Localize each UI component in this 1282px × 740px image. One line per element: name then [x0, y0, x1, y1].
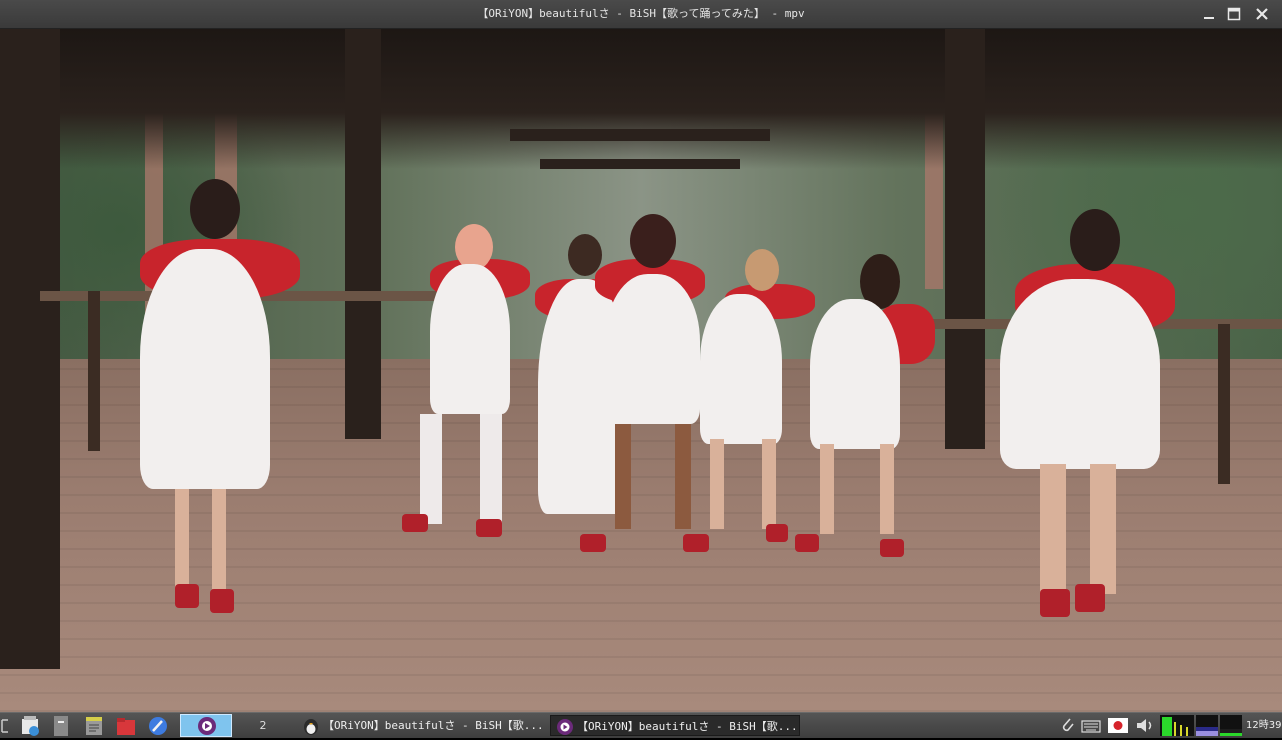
roof-post-left — [0, 29, 60, 669]
network-monitor — [1220, 713, 1242, 738]
task-label: 【ORiYON】beautifulさ - BiSH【歌... — [323, 719, 544, 732]
memory-graph-icon — [1196, 715, 1218, 736]
minimize-icon — [1204, 17, 1214, 19]
clipboard-icon — [1062, 718, 1074, 732]
volume-icon — [1137, 719, 1152, 732]
railing-post — [88, 291, 100, 451]
mpv-icon — [557, 719, 573, 735]
browser-launcher[interactable] — [146, 713, 170, 738]
railing-post — [1218, 324, 1230, 484]
network-graph-icon — [1220, 715, 1242, 736]
taskbar-task[interactable]: 【ORiYON】beautifulさ - BiSH【歌... — [297, 715, 547, 736]
roof-post — [345, 29, 381, 439]
window-titlebar[interactable]: 【ORiYON】beautifulさ - BiSH【歌って踊ってみた】 - mp… — [0, 0, 1282, 29]
roof-beam — [540, 159, 740, 169]
window-title: 【ORiYON】beautifulさ - BiSH【歌って踊ってみた】 - mp… — [477, 7, 805, 20]
clock[interactable]: 12時39 — [1246, 713, 1281, 738]
keyboard-tray[interactable] — [1080, 713, 1102, 738]
file-manager-launcher[interactable] — [18, 713, 44, 738]
folder-icon — [117, 718, 135, 735]
maximize-button[interactable] — [1224, 4, 1244, 24]
taskbar-task-active[interactable]: 【ORiYON】beautifulさ - BiSH【歌... — [550, 715, 800, 736]
terminal-icon — [54, 716, 68, 736]
logout-button[interactable] — [0, 713, 12, 738]
clipboard-tray[interactable] — [1058, 713, 1076, 738]
video-frame[interactable] — [0, 29, 1282, 712]
workspace-1-active[interactable] — [180, 714, 232, 737]
text-editor-launcher[interactable] — [82, 713, 106, 738]
folder-launcher[interactable] — [114, 713, 138, 738]
penguin-app-icon — [304, 719, 318, 735]
minimize-button[interactable] — [1199, 4, 1219, 24]
maximize-icon — [1227, 7, 1241, 21]
pavilion-roof — [0, 29, 1282, 169]
volume-tray[interactable] — [1134, 713, 1156, 738]
taskbar: 2 【ORiYON】beautifulさ - BiSH【歌... 【ORiYON… — [0, 712, 1282, 738]
roof-post — [945, 29, 985, 449]
text-editor-icon — [86, 717, 102, 735]
file-manager-icon — [22, 716, 39, 736]
close-button[interactable] — [1252, 4, 1272, 24]
japan-flag-icon — [1108, 718, 1128, 733]
terminal-launcher[interactable] — [50, 713, 72, 738]
task-label: 【ORiYON】beautifulさ - BiSH【歌... — [577, 720, 798, 733]
close-icon — [1256, 8, 1268, 20]
input-method-tray[interactable] — [1106, 713, 1130, 738]
memory-monitor — [1196, 713, 1218, 738]
cpu-monitor — [1160, 713, 1194, 738]
keyboard-icon — [1081, 720, 1101, 733]
logout-icon — [1, 719, 8, 733]
mpv-icon — [198, 717, 216, 735]
browser-icon — [149, 717, 167, 735]
workspace-2[interactable]: 2 — [234, 715, 292, 736]
cpu-graph-icon — [1160, 715, 1194, 736]
roof-beam — [510, 129, 770, 141]
